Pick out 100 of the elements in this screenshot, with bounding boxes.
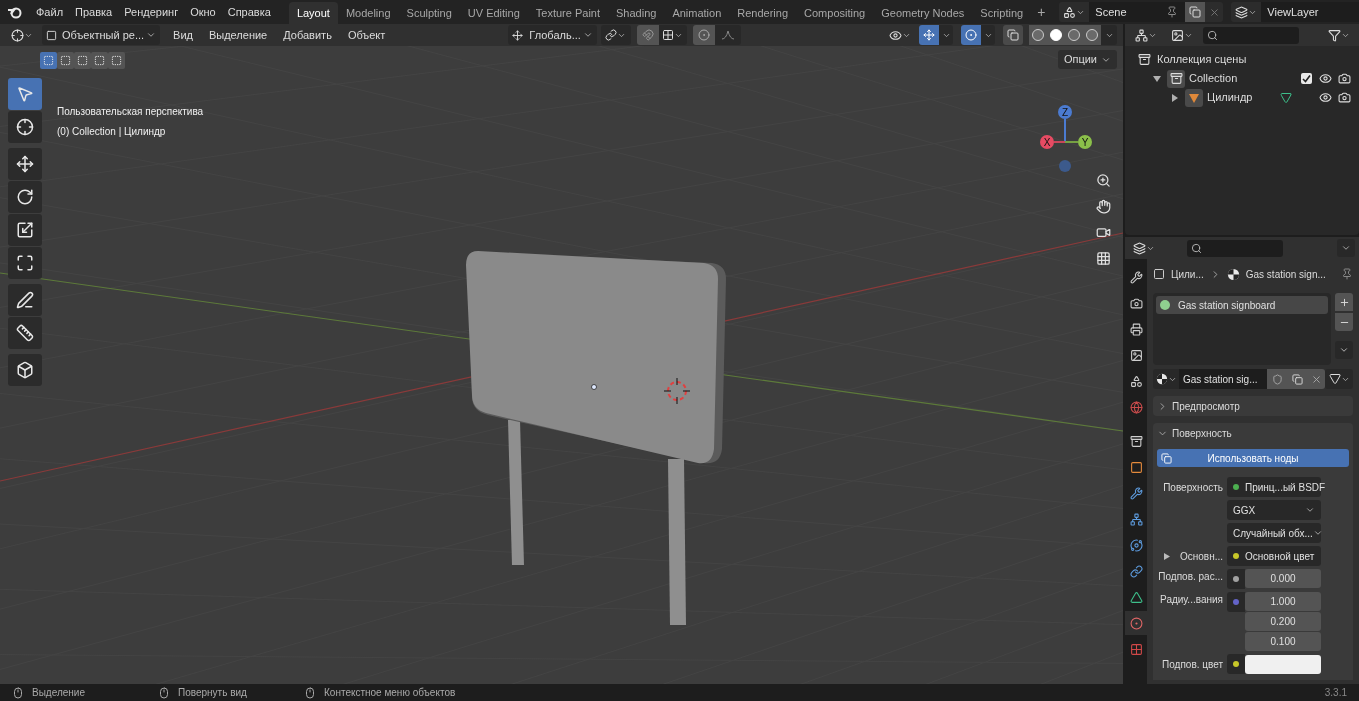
- axes-icon: [512, 29, 524, 41]
- falloff-curve-icon[interactable]: [714, 25, 741, 45]
- number-field[interactable]: 1.000: [1245, 592, 1321, 611]
- menu-item[interactable]: Рендеринг: [118, 3, 185, 21]
- collection-icon: [1167, 69, 1185, 88]
- mode-dropdown[interactable]: Объектный ре...: [42, 25, 161, 45]
- outliner-item[interactable]: Коллекция сцены: [1157, 51, 1247, 68]
- magnet-icon[interactable]: [636, 25, 659, 45]
- select-mode-icon[interactable]: [108, 52, 125, 69]
- shading-mode-icon[interactable]: [1029, 25, 1047, 45]
- dropdown-field[interactable]: GGX: [1227, 500, 1321, 520]
- axis-handle[interactable]: Y: [1078, 135, 1092, 149]
- eye-icon[interactable]: [1319, 72, 1332, 85]
- select-mode-icon[interactable]: [40, 52, 57, 69]
- material-tab-icon[interactable]: [1125, 611, 1147, 635]
- material-dropdown-icon[interactable]: [1153, 369, 1179, 389]
- node-dropdown-icon[interactable]: [1325, 369, 1353, 389]
- workspace-tab[interactable]: Sculpting: [398, 2, 460, 24]
- 3d-cursor-icon: [663, 377, 691, 405]
- workspace-tab[interactable]: Scripting: [972, 2, 1032, 24]
- search-field[interactable]: [1187, 239, 1283, 257]
- panel-header[interactable]: Поверхность: [1153, 423, 1353, 443]
- workspace-tab[interactable]: Layout: [288, 2, 338, 24]
- workspace-tab[interactable]: Geometry Nodes: [873, 2, 973, 24]
- workspace-tab[interactable]: Modeling: [337, 2, 399, 24]
- dropdown-field[interactable]: Случайный обх...: [1227, 523, 1321, 543]
- color-swatch[interactable]: [1245, 654, 1321, 674]
- tool-button[interactable]: [8, 214, 42, 246]
- tool-button[interactable]: [8, 284, 42, 316]
- pivot-icon[interactable]: [600, 25, 631, 45]
- workspace-tab[interactable]: Texture Paint: [527, 2, 608, 24]
- pin-icon[interactable]: [1341, 268, 1353, 280]
- number-field[interactable]: 0.100: [1245, 632, 1321, 651]
- tool-button[interactable]: [8, 148, 42, 180]
- scene-icon[interactable]: [1059, 2, 1090, 22]
- search-icon: [1207, 29, 1218, 41]
- use-nodes-button[interactable]: Использовать ноды: [1157, 449, 1349, 467]
- panel-header[interactable]: Предпросмотр: [1153, 396, 1353, 416]
- tool-button[interactable]: [8, 247, 42, 279]
- close-icon[interactable]: [1205, 2, 1224, 22]
- viewport-menu-item[interactable]: Объект: [344, 26, 389, 44]
- orientation-dropdown[interactable]: Глобаль...: [508, 25, 597, 45]
- menu-item[interactable]: Правка: [69, 3, 119, 21]
- viewport-menu-item[interactable]: Выделение: [205, 26, 271, 44]
- number-field[interactable]: 0.200: [1245, 612, 1321, 631]
- shading-mode-icon[interactable]: [1083, 25, 1101, 45]
- viewport-menu-item[interactable]: Добавить: [280, 26, 335, 44]
- axis-handle[interactable]: X: [1040, 135, 1054, 149]
- socket-link-field[interactable]: Основной цвет: [1227, 546, 1321, 566]
- snap-target-icon[interactable]: [658, 25, 687, 45]
- exclude-checkbox[interactable]: [1301, 73, 1312, 84]
- axis-handle[interactable]: Z: [1058, 105, 1072, 119]
- tool-button[interactable]: [8, 354, 42, 386]
- close-icon[interactable]: [1307, 369, 1325, 389]
- expand-arrow[interactable]: [1163, 552, 1170, 560]
- workspace-tab[interactable]: Shading: [608, 2, 665, 24]
- mesh-object-icon: [1185, 88, 1203, 107]
- workspace-tab[interactable]: Animation: [664, 2, 730, 24]
- camera-icon[interactable]: [1338, 72, 1351, 85]
- axis-handle[interactable]: [1059, 160, 1071, 172]
- crosshair-icon: [16, 118, 34, 136]
- viewport-menu-item[interactable]: Вид: [170, 26, 196, 44]
- add-icon[interactable]: [1335, 293, 1353, 311]
- copy-icon[interactable]: [1185, 2, 1206, 22]
- options-dropdown[interactable]: Опции: [1057, 50, 1117, 69]
- view-layer-field[interactable]: ViewLayer: [1261, 2, 1359, 22]
- workspace-tab[interactable]: Rendering: [729, 2, 797, 24]
- proportional-edit-icon[interactable]: [692, 25, 715, 45]
- number-field[interactable]: 0.000: [1245, 569, 1321, 588]
- workspace-tab[interactable]: UV Editing: [459, 2, 528, 24]
- viewport-info-text: Пользовательская перспектива: [57, 105, 204, 119]
- workspace-tab[interactable]: Compositing: [796, 2, 874, 24]
- material-slot[interactable]: Gas station signboard: [1156, 296, 1328, 314]
- ruler-icon: [16, 324, 34, 342]
- image-stack-icon[interactable]: [1231, 2, 1262, 22]
- select-mode-icon[interactable]: [57, 52, 74, 69]
- socket-button[interactable]: [1227, 654, 1245, 674]
- remove-icon[interactable]: [1335, 313, 1353, 331]
- menu-item[interactable]: Файл: [30, 3, 70, 21]
- gizmo-toggle-icon[interactable]: [919, 25, 939, 45]
- select-mode-icon[interactable]: [91, 52, 108, 69]
- camera-icon[interactable]: [1338, 91, 1351, 104]
- outliner-item[interactable]: Collection: [1189, 70, 1238, 87]
- tool-button[interactable]: [8, 111, 42, 143]
- breadcrumb-item[interactable]: Gas station sign...: [1245, 266, 1326, 282]
- rotate-icon: [16, 188, 34, 206]
- xray-toggle-icon[interactable]: [1003, 25, 1023, 45]
- tool-button[interactable]: [8, 317, 42, 349]
- menu-item[interactable]: Окно: [184, 3, 222, 21]
- search-field[interactable]: [1203, 26, 1299, 44]
- socket-button[interactable]: [1227, 569, 1245, 589]
- add-workspace-button[interactable]: +: [1031, 1, 1052, 23]
- overlays-toggle-icon[interactable]: [961, 25, 981, 45]
- eye-icon[interactable]: [1319, 91, 1332, 104]
- menu-item[interactable]: Справка: [221, 3, 277, 21]
- breadcrumb-item[interactable]: Цили...: [1171, 266, 1204, 282]
- tool-button[interactable]: [8, 181, 42, 213]
- select-mode-icon[interactable]: [74, 52, 91, 69]
- material-name-field[interactable]: Gas station sig...: [1179, 369, 1267, 389]
- outliner-item[interactable]: Цилиндр: [1207, 89, 1253, 106]
